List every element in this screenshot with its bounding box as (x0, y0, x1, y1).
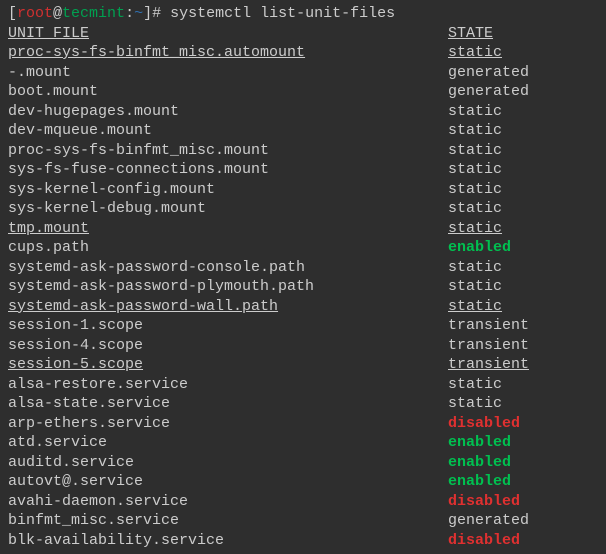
prompt-lbracket: [ (8, 5, 17, 22)
state-cell: static (448, 141, 548, 161)
table-row: systemd-ask-password-plymouth.pathstatic (8, 277, 598, 297)
state-cell: static (448, 297, 548, 317)
unit-file-cell: dev-mqueue.mount (8, 121, 448, 141)
unit-file-cell: binfmt_misc.service (8, 511, 448, 531)
state-cell: static (448, 180, 548, 200)
unit-file-cell: -.mount (8, 63, 448, 83)
state-cell: generated (448, 82, 548, 102)
unit-file-cell: sys-fs-fuse-connections.mount (8, 160, 448, 180)
prompt-at: @ (53, 5, 62, 22)
terminal-prompt: [root@tecmint:~]# systemctl list-unit-fi… (8, 4, 598, 24)
state-cell: static (448, 277, 548, 297)
state-cell: transient (448, 336, 548, 356)
table-row: dev-hugepages.mountstatic (8, 102, 598, 122)
unit-file-cell: session-5.scope (8, 355, 448, 375)
unit-file-cell: proc-sys-fs-binfmt_misc.mount (8, 141, 448, 161)
table-row: systemd-ask-password-console.pathstatic (8, 258, 598, 278)
state-cell: static (448, 219, 548, 239)
state-cell: static (448, 258, 548, 278)
unit-file-cell: session-1.scope (8, 316, 448, 336)
table-row: dev-mqueue.mountstatic (8, 121, 598, 141)
state-cell: static (448, 121, 548, 141)
unit-file-cell: avahi-daemon.service (8, 492, 448, 512)
table-row: proc-sys-fs-binfmt_misc.automountstatic (8, 43, 598, 63)
state-cell: static (448, 160, 548, 180)
table-row: alsa-state.servicestatic (8, 394, 598, 414)
unit-file-cell: systemd-ask-password-plymouth.path (8, 277, 448, 297)
table-row: auditd.serviceenabled (8, 453, 598, 473)
table-row: systemd-ask-password-wall.pathstatic (8, 297, 598, 317)
unit-file-cell: atd.service (8, 433, 448, 453)
table-row: sys-kernel-debug.mountstatic (8, 199, 598, 219)
state-cell: generated (448, 63, 548, 83)
prompt-hash: # (152, 5, 170, 22)
state-cell: disabled (448, 531, 548, 551)
table-row: binfmt_misc.servicegenerated (8, 511, 598, 531)
state-cell: enabled (448, 433, 548, 453)
table-row: blk-availability.servicedisabled (8, 531, 598, 551)
unit-file-cell: tmp.mount (8, 219, 448, 239)
state-cell: static (448, 102, 548, 122)
state-cell: transient (448, 316, 548, 336)
table-row: -.mountgenerated (8, 63, 598, 83)
state-cell: transient (448, 355, 548, 375)
state-cell: static (448, 199, 548, 219)
table-row: session-4.scopetransient (8, 336, 598, 356)
unit-file-cell: systemd-ask-password-wall.path (8, 297, 448, 317)
table-row: boot.mountgenerated (8, 82, 598, 102)
unit-file-cell: alsa-restore.service (8, 375, 448, 395)
state-cell: enabled (448, 472, 548, 492)
unit-file-cell: alsa-state.service (8, 394, 448, 414)
unit-file-cell: sys-kernel-config.mount (8, 180, 448, 200)
table-body: proc-sys-fs-binfmt_misc.automountstatic-… (8, 43, 598, 550)
table-row: autovt@.serviceenabled (8, 472, 598, 492)
state-cell: static (448, 394, 548, 414)
unit-file-cell: systemd-ask-password-console.path (8, 258, 448, 278)
table-header: UNIT FILE STATE (8, 24, 598, 44)
state-cell: disabled (448, 492, 548, 512)
header-unit-file: UNIT FILE (8, 24, 448, 44)
state-cell: static (448, 43, 548, 63)
state-cell: enabled (448, 238, 548, 258)
header-state: STATE (448, 24, 548, 44)
table-row: avahi-daemon.servicedisabled (8, 492, 598, 512)
table-row: proc-sys-fs-binfmt_misc.mountstatic (8, 141, 598, 161)
table-row: sys-fs-fuse-connections.mountstatic (8, 160, 598, 180)
prompt-colon: : (125, 5, 134, 22)
prompt-rbracket: ] (143, 5, 152, 22)
unit-file-cell: arp-ethers.service (8, 414, 448, 434)
state-cell: generated (448, 511, 548, 531)
unit-file-cell: blk-availability.service (8, 531, 448, 551)
table-row: arp-ethers.servicedisabled (8, 414, 598, 434)
unit-file-cell: proc-sys-fs-binfmt_misc.automount (8, 43, 448, 63)
state-cell: enabled (448, 453, 548, 473)
table-row: atd.serviceenabled (8, 433, 598, 453)
command-input[interactable]: systemctl list-unit-files (170, 5, 395, 22)
unit-file-cell: auditd.service (8, 453, 448, 473)
table-row: session-1.scopetransient (8, 316, 598, 336)
table-row: alsa-restore.servicestatic (8, 375, 598, 395)
table-row: sys-kernel-config.mountstatic (8, 180, 598, 200)
prompt-path: ~ (134, 5, 143, 22)
unit-file-cell: dev-hugepages.mount (8, 102, 448, 122)
unit-file-cell: autovt@.service (8, 472, 448, 492)
table-row: cups.pathenabled (8, 238, 598, 258)
unit-file-cell: sys-kernel-debug.mount (8, 199, 448, 219)
prompt-user: root (17, 5, 53, 22)
unit-file-cell: cups.path (8, 238, 448, 258)
state-cell: disabled (448, 414, 548, 434)
table-row: tmp.mountstatic (8, 219, 598, 239)
table-row: session-5.scopetransient (8, 355, 598, 375)
unit-file-cell: boot.mount (8, 82, 448, 102)
unit-file-cell: session-4.scope (8, 336, 448, 356)
prompt-host: tecmint (62, 5, 125, 22)
state-cell: static (448, 375, 548, 395)
